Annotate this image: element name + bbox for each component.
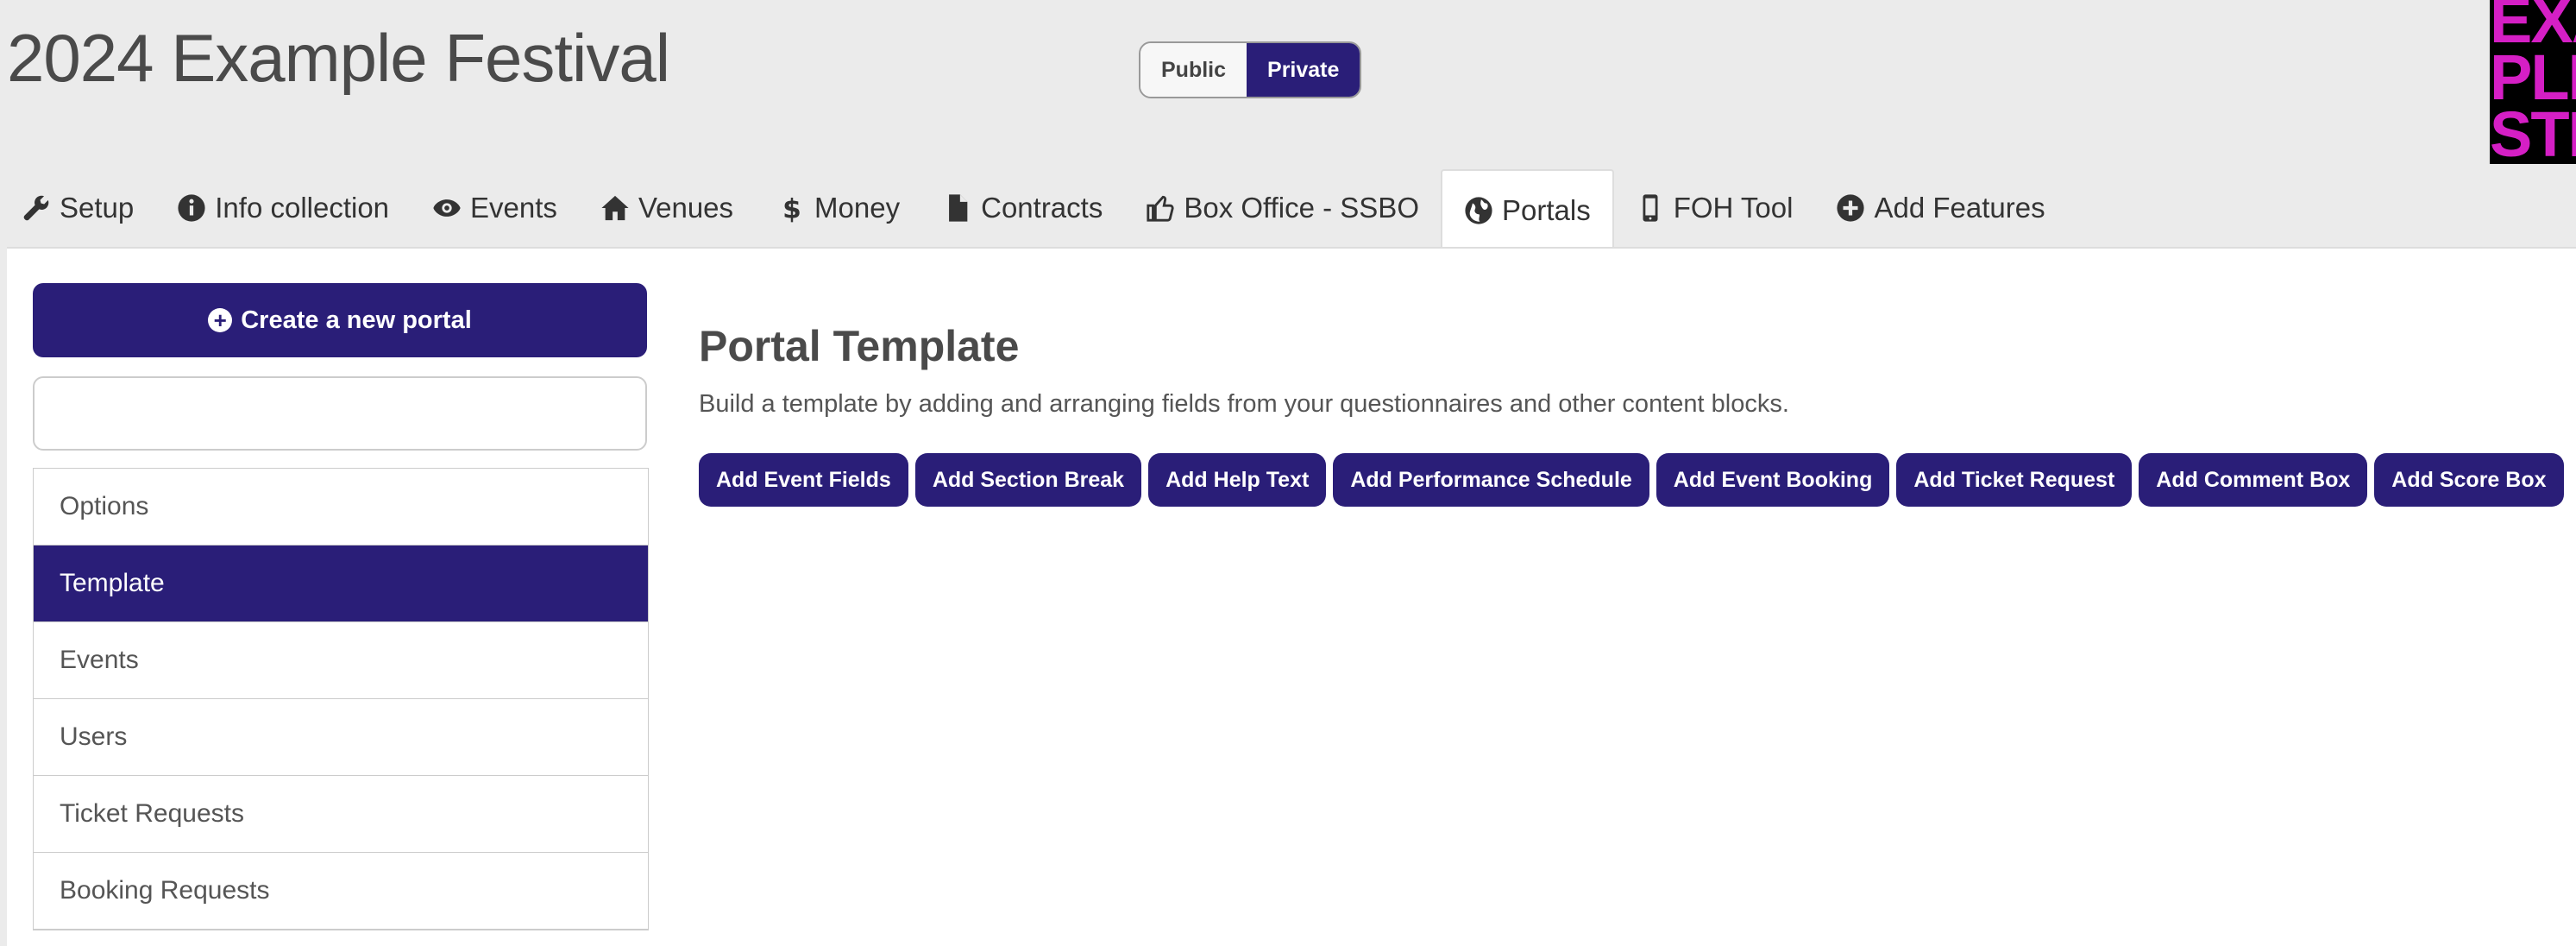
svg-text:$: $	[782, 193, 801, 223]
tab-label: Contracts	[981, 192, 1103, 224]
add-block-buttons: Add Event Fields Add Section Break Add H…	[699, 453, 2576, 507]
sidebar-item-template[interactable]: Template	[34, 546, 648, 622]
sidebar-item-events[interactable]: Events	[34, 622, 648, 699]
info-icon	[177, 193, 206, 223]
tab-foh-tool[interactable]: FOH Tool	[1614, 169, 1815, 247]
mobile-icon	[1636, 193, 1665, 223]
add-comment-box-button[interactable]: Add Comment Box	[2139, 453, 2368, 507]
tab-label: Events	[470, 192, 557, 224]
add-event-fields-button[interactable]: Add Event Fields	[699, 453, 908, 507]
tab-portals[interactable]: Portals	[1440, 169, 1614, 250]
tab-contracts[interactable]: Contracts	[921, 169, 1124, 247]
add-help-text-button[interactable]: Add Help Text	[1148, 453, 1327, 507]
portal-template-section: Portal Template Build a template by addi…	[699, 321, 2576, 507]
tab-label: Info collection	[215, 192, 390, 224]
create-portal-button[interactable]: + Create a new portal	[33, 283, 647, 357]
logo-line: PLE	[2490, 41, 2576, 113]
add-section-break-button[interactable]: Add Section Break	[914, 453, 1142, 507]
section-description: Build a template by adding and arranging…	[699, 390, 1789, 418]
tab-money[interactable]: $ Money	[755, 169, 921, 247]
tab-label: Box Office - SSBO	[1184, 192, 1419, 224]
public-option[interactable]: Public	[1140, 43, 1247, 97]
sidebar-item-options[interactable]: Options	[34, 469, 648, 546]
tab-label: Money	[814, 192, 901, 224]
tab-label: Setup	[60, 192, 135, 224]
tab-label: FOH Tool	[1673, 192, 1794, 224]
sidebar-item-ticket-requests[interactable]: Ticket Requests	[34, 776, 648, 853]
page-title: 2024 Example Festival	[7, 20, 670, 96]
tab-label: Portals	[1501, 194, 1591, 226]
logo-line: EXA	[2490, 0, 2576, 56]
globe-icon	[1464, 196, 1493, 225]
add-performance-schedule-button[interactable]: Add Performance Schedule	[1333, 453, 1649, 507]
sidebar: + Create a new portal Options Template E…	[33, 283, 649, 930]
tab-info-collection[interactable]: Info collection	[155, 169, 411, 247]
add-score-box-button[interactable]: Add Score Box	[2374, 453, 2564, 507]
festival-logo: EXA PLE STIV	[2490, 0, 2576, 164]
file-icon	[943, 193, 972, 223]
content-panel: + Create a new portal Options Template E…	[7, 247, 2576, 946]
tab-add-features[interactable]: Add Features	[1814, 169, 2066, 247]
portal-search-input[interactable]	[33, 376, 647, 451]
sidebar-item-booking-requests[interactable]: Booking Requests	[34, 853, 648, 930]
dollar-icon: $	[776, 193, 806, 223]
sidebar-item-users[interactable]: Users	[34, 699, 648, 776]
plus-circle-icon	[1836, 193, 1865, 223]
sidebar-menu: Options Template Events Users Ticket Req…	[33, 468, 649, 930]
tab-setup[interactable]: Setup	[0, 169, 155, 247]
tab-events[interactable]: Events	[411, 169, 579, 247]
main-tabs: Setup Info collection Events Venues $ Mo…	[0, 169, 2576, 250]
wrench-icon	[22, 193, 51, 223]
plus-circle-icon: +	[208, 308, 233, 332]
tab-label: Add Features	[1874, 192, 2045, 224]
create-portal-label: Create a new portal	[241, 306, 472, 334]
tab-venues[interactable]: Venues	[579, 169, 755, 247]
logo-line: STIV	[2490, 98, 2576, 165]
eye-icon	[432, 193, 462, 223]
visibility-toggle[interactable]: Public Private	[1139, 41, 1362, 98]
section-heading: Portal Template	[699, 322, 1020, 370]
tab-box-office[interactable]: Box Office - SSBO	[1124, 169, 1441, 247]
tab-label: Venues	[638, 192, 734, 224]
add-ticket-request-button[interactable]: Add Ticket Request	[1896, 453, 2133, 507]
home-icon	[600, 193, 630, 223]
thumbs-up-icon	[1146, 193, 1175, 223]
private-option[interactable]: Private	[1247, 43, 1360, 97]
add-event-booking-button[interactable]: Add Event Booking	[1656, 453, 1890, 507]
